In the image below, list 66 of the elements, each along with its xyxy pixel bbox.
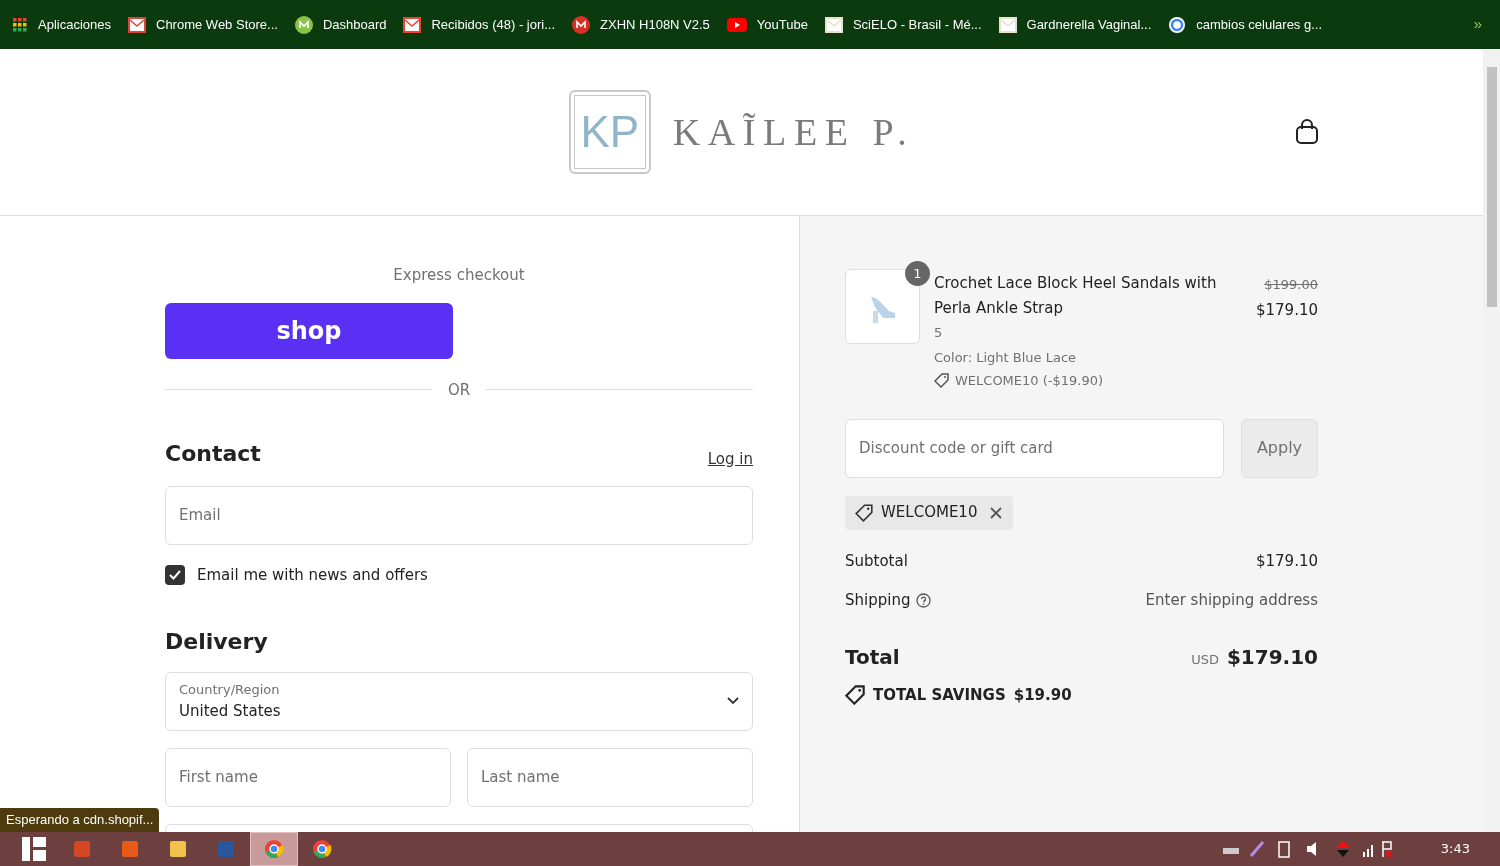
g-logo-icon [1168, 15, 1187, 34]
country-select[interactable]: Country/Region United States [165, 671, 753, 731]
bookmark-link[interactable]: ZXHN H108N V2.5 [572, 14, 710, 35]
email-field[interactable]: Email [165, 486, 753, 545]
product-color: Color: Light Blue Lace [934, 348, 1078, 367]
total-savings-label: TOTAL SAVINGS [873, 684, 1006, 706]
discount-code-label: WELCOME10 [881, 502, 978, 524]
app-icon [169, 840, 187, 858]
total-label: Total [845, 643, 900, 671]
log-in-link[interactable]: Log in [707, 447, 753, 470]
express-checkout-label: Express checkout [392, 265, 526, 286]
first-name-field[interactable]: First name [165, 747, 451, 807]
clock: 3:43 [1440, 840, 1470, 859]
app-icon [73, 840, 91, 858]
bookmark-link[interactable]: Gardnerella Vaginal... [998, 14, 1152, 35]
shipping-value: Enter shipping address [1145, 590, 1318, 611]
currency-label: USD [1191, 651, 1219, 669]
bookmark-link[interactable]: Chrome Web Store... [128, 14, 278, 35]
bookmark-link[interactable]: YouTube [726, 14, 808, 35]
contact-heading: Contact [165, 440, 261, 468]
shipping-label: Shipping [845, 590, 911, 611]
newsletter-checkbox[interactable] [165, 565, 185, 586]
m-circle-icon [572, 15, 591, 34]
chrome-icon [312, 839, 332, 859]
app-icon [217, 840, 235, 858]
bookmark-link[interactable]: Dashboard [294, 14, 387, 35]
total-amount: $179.10 [1226, 643, 1318, 671]
app-icon [121, 840, 139, 858]
quantity-badge: 1 [905, 261, 930, 286]
shopping-bag-icon[interactable] [1295, 119, 1319, 145]
play-icon [726, 17, 747, 32]
discount-code-field[interactable]: Discount code or gift card [845, 418, 1224, 478]
bookmark-link[interactable]: Aplicaciones [12, 14, 111, 35]
tag-icon [845, 684, 865, 705]
product-price: $179.10 [1255, 299, 1318, 321]
tray-icons-drawing[interactable] [1222, 840, 1393, 858]
tiles-icon [21, 836, 47, 862]
chrome-icon [264, 839, 284, 859]
or-divider-label: OR [447, 379, 471, 401]
mail-icon [403, 16, 422, 33]
close-icon[interactable] [989, 505, 1004, 520]
product-discount: WELCOME10 (-$19.90) [934, 371, 1242, 391]
shop-pay-button[interactable]: shop [165, 302, 453, 359]
product-variant: 5 [934, 324, 944, 342]
tag-icon [855, 503, 873, 522]
scrollbar[interactable] [1483, 49, 1500, 832]
help-icon[interactable] [916, 592, 932, 608]
last-name-field[interactable]: Last name [467, 747, 753, 807]
bookmark-link[interactable]: cambios celulares g... [1168, 14, 1323, 35]
newsletter-label: Email me with news and offers [197, 565, 428, 586]
status-tooltip: Esperando a cdn.shopif... [0, 808, 160, 832]
store-logo[interactable]: KP KAĨLEE P. [568, 90, 915, 174]
subtotal-label: Subtotal [845, 550, 908, 572]
product-name: Crochet Lace Block Heel Sandals with Perla Ankle Strap [934, 273, 1218, 319]
total-savings-amount: $19.90 [1013, 684, 1072, 706]
chevron-down-icon [727, 697, 739, 705]
more-bookmarks-button[interactable]: » [1473, 13, 1482, 36]
tag-icon [934, 373, 949, 389]
bookmark-link[interactable]: SciELO - Brasil - Mé... [824, 14, 982, 35]
apply-button[interactable]: Apply [1241, 418, 1318, 478]
check-icon [169, 570, 181, 581]
original-price: $199.00 [1264, 276, 1318, 294]
delivery-heading: Delivery [165, 627, 269, 656]
apps-grid-icon [12, 16, 28, 33]
subtotal-amount: $179.10 [1255, 550, 1318, 572]
bookmark-link[interactable]: Recibidos (48) - jori... [403, 14, 556, 35]
